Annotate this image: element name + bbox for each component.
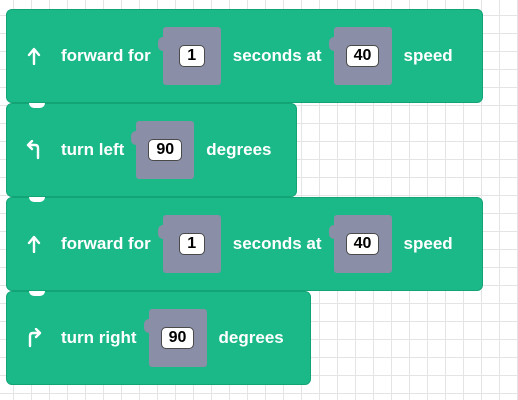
block-label: degrees	[218, 328, 284, 347]
duration-slot[interactable]: 1	[157, 215, 221, 273]
block-label: forward for	[61, 46, 151, 65]
forward-block[interactable]: forward for 1 seconds at 40 speed	[6, 197, 483, 291]
duration-input[interactable]: 1	[178, 45, 205, 67]
speed-slot[interactable]: 40	[328, 27, 392, 85]
turn-right-icon	[19, 328, 49, 348]
speed-input[interactable]: 40	[345, 45, 380, 67]
angle-input[interactable]: 90	[160, 327, 195, 349]
block-notch	[29, 103, 45, 108]
turn-left-icon	[19, 140, 49, 160]
duration-slot[interactable]: 1	[157, 27, 221, 85]
block-label: speed	[403, 46, 453, 65]
angle-slot[interactable]: 90	[143, 309, 207, 367]
turn-left-block[interactable]: turn left 90 degrees	[6, 103, 297, 197]
arrow-up-icon	[19, 47, 49, 65]
turn-right-block[interactable]: turn right 90 degrees	[6, 291, 311, 385]
block-label: seconds at	[232, 46, 322, 65]
block-notch	[29, 197, 45, 202]
arrow-up-icon	[19, 235, 49, 253]
duration-input[interactable]: 1	[178, 233, 205, 255]
block-label: turn right	[61, 328, 137, 347]
angle-input[interactable]: 90	[148, 139, 183, 161]
block-label: degrees	[206, 140, 272, 159]
block-label: speed	[403, 234, 453, 253]
speed-slot[interactable]: 40	[328, 215, 392, 273]
block-notch	[29, 291, 45, 296]
forward-block[interactable]: forward for 1 seconds at 40 speed	[6, 9, 483, 103]
speed-input[interactable]: 40	[345, 233, 380, 255]
block-label: turn left	[61, 140, 125, 159]
block-label: forward for	[61, 234, 151, 253]
block-label: seconds at	[232, 234, 322, 253]
angle-slot[interactable]: 90	[131, 121, 195, 179]
